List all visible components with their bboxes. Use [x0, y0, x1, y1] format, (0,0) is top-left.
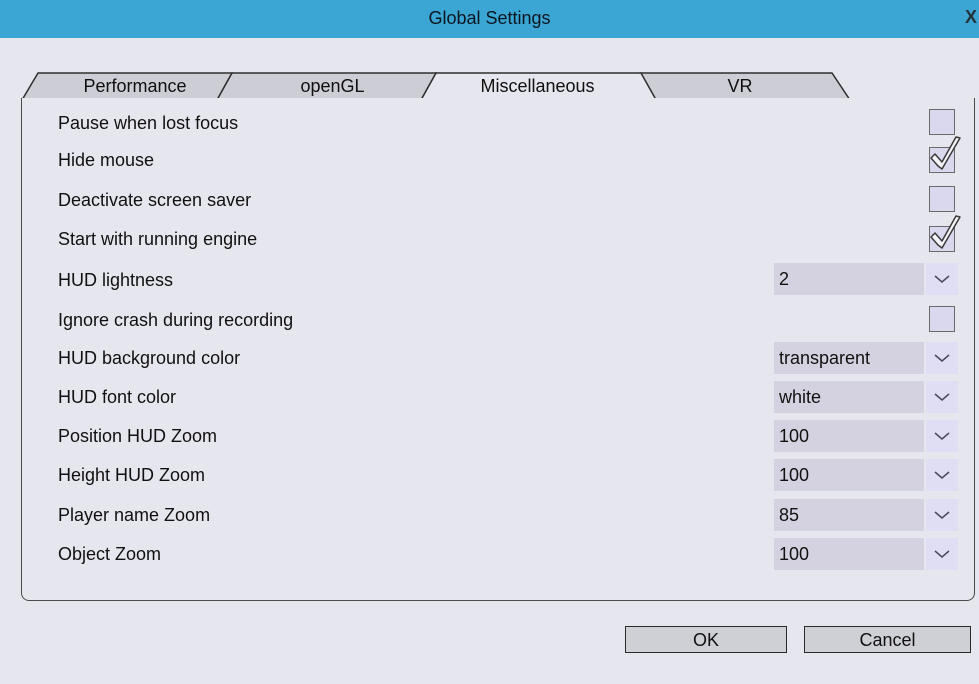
select-value: transparent [774, 342, 924, 374]
setting-label: Player name Zoom [58, 505, 211, 525]
object-zoom-select[interactable]: 100 [774, 538, 958, 570]
global-settings-dialog: Global Settings X Performance openGL Mis… [0, 0, 979, 684]
select-value: white [774, 381, 924, 413]
cancel-button[interactable]: Cancel [804, 626, 971, 653]
chevron-down-icon[interactable] [926, 538, 958, 570]
setting-label: Deactivate screen saver [58, 190, 252, 210]
setting-label: Pause when lost focus [58, 113, 239, 133]
setting-label: Ignore crash during recording [58, 310, 294, 330]
chevron-down-icon[interactable] [926, 381, 958, 413]
select-value: 2 [774, 263, 924, 295]
tab-opengl-label: openGL [300, 76, 365, 96]
setting-label: HUD font color [58, 387, 177, 407]
tab-vr-label: VR [727, 76, 753, 96]
hud-background-color-select[interactable]: transparent [774, 342, 958, 374]
setting-label: Start with running engine [58, 229, 258, 249]
chevron-down-icon[interactable] [926, 499, 958, 531]
setting-label: HUD lightness [58, 270, 174, 290]
chevron-down-icon[interactable] [926, 263, 958, 295]
chevron-down-icon[interactable] [926, 420, 958, 452]
checkmark-icon [930, 215, 961, 249]
tab-miscellaneous-label: Miscellaneous [480, 76, 595, 96]
hide-mouse-checkbox[interactable] [929, 136, 961, 173]
deactivate-screen-saver-checkbox[interactable] [929, 186, 955, 212]
ignore-crash-during-recording-checkbox[interactable] [929, 306, 955, 332]
select-value: 100 [774, 538, 924, 570]
setting-label: Object Zoom [58, 544, 162, 564]
ok-button[interactable]: OK [625, 626, 787, 653]
setting-label: Height HUD Zoom [58, 465, 206, 485]
setting-label: HUD background color [58, 348, 241, 368]
tab-performance-label: Performance [83, 76, 187, 96]
setting-label: Position HUD Zoom [58, 426, 218, 446]
setting-label: Hide mouse [58, 150, 155, 170]
select-value: 85 [774, 499, 924, 531]
chevron-down-icon[interactable] [926, 459, 958, 491]
chevron-down-icon[interactable] [926, 342, 958, 374]
height-hud-zoom-select[interactable]: 100 [774, 459, 958, 491]
checkmark-icon [930, 136, 961, 170]
position-hud-zoom-select[interactable]: 100 [774, 420, 958, 452]
pause-when-lost-focus-checkbox[interactable] [929, 109, 955, 135]
hud-font-color-select[interactable]: white [774, 381, 958, 413]
select-value: 100 [774, 420, 924, 452]
select-value: 100 [774, 459, 924, 491]
player-name-zoom-select[interactable]: 85 [774, 499, 958, 531]
start-with-running-engine-checkbox[interactable] [929, 215, 961, 252]
hud-lightness-select[interactable]: 2 [774, 263, 958, 295]
